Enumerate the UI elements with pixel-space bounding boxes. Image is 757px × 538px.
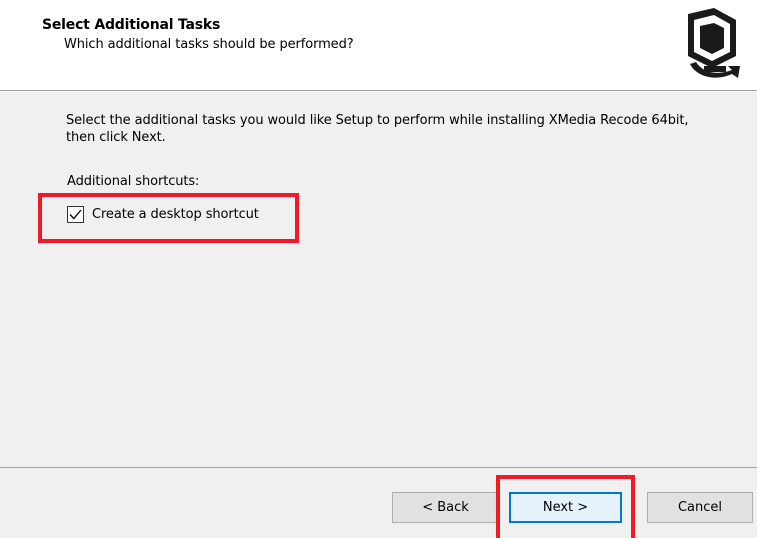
wizard-header: Select Additional Tasks Which additional… [0, 0, 757, 91]
back-button[interactable]: < Back [392, 492, 499, 523]
checkbox-checked-icon[interactable] [67, 205, 84, 223]
page-subtitle: Which additional tasks should be perform… [64, 37, 354, 52]
instructions-text: Select the additional tasks you would li… [66, 113, 689, 145]
cancel-button[interactable]: Cancel [647, 492, 753, 523]
button-bar: < Back Next > Cancel [0, 468, 757, 538]
additional-shortcuts-label: Additional shortcuts: [67, 174, 200, 189]
next-button[interactable]: Next > [509, 492, 622, 523]
desktop-shortcut-label[interactable]: Create a desktop shortcut [92, 207, 259, 222]
setup-wizard-icon [684, 6, 742, 84]
desktop-shortcut-checkbox[interactable]: Create a desktop shortcut [67, 204, 259, 224]
tasks-panel: Select the additional tasks you would li… [0, 92, 757, 467]
page-title: Select Additional Tasks [42, 17, 221, 33]
checkmark-icon [69, 209, 82, 219]
